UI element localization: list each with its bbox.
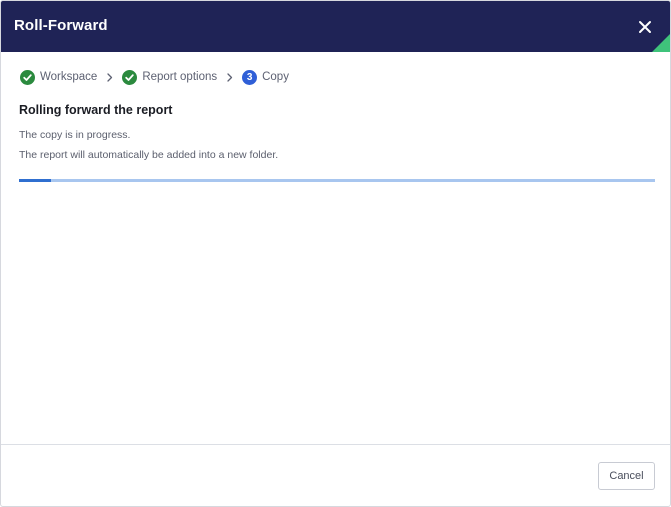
- step-copy[interactable]: 3 Copy: [242, 69, 289, 85]
- chevron-right-icon: [227, 72, 233, 82]
- footer-divider: [1, 444, 670, 445]
- step-report-options[interactable]: Report options: [122, 69, 218, 85]
- step-label: Report options: [142, 71, 218, 83]
- step-workspace[interactable]: Workspace: [20, 69, 98, 85]
- step-number-badge: 3: [242, 69, 258, 85]
- dialog-title: Roll-Forward: [14, 17, 108, 34]
- step-label: Workspace: [40, 71, 98, 83]
- accent-corner: [652, 32, 670, 52]
- info-text: The report will automatically be added i…: [19, 149, 279, 161]
- check-icon: [20, 69, 35, 85]
- cancel-button[interactable]: Cancel: [598, 462, 655, 490]
- check-icon: [122, 69, 138, 85]
- dialog-header: Roll-Forward: [1, 1, 670, 52]
- step-label: Copy: [262, 71, 289, 83]
- chevron-right-icon: [107, 72, 113, 82]
- stepper: Workspace Report options 3 Copy: [20, 69, 289, 85]
- roll-forward-dialog: Roll-Forward Workspace Report options 3 …: [0, 0, 671, 507]
- progress-bar: [19, 179, 655, 182]
- section-heading: Rolling forward the report: [19, 103, 173, 117]
- status-text: The copy is in progress.: [19, 129, 131, 141]
- progress-fill: [19, 179, 51, 182]
